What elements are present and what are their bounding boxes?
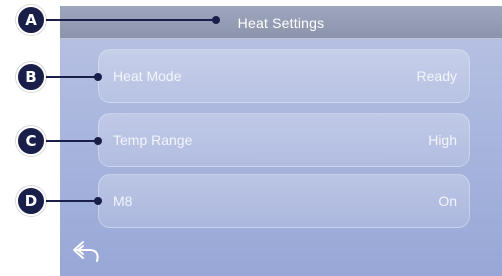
setting-row-heat-mode[interactable]: Heat Mode Ready [98, 49, 470, 103]
setting-row-m8[interactable]: M8 On [98, 174, 470, 228]
setting-value: On [438, 193, 457, 209]
callout-a: A [16, 5, 46, 35]
callout-dot-b [94, 73, 102, 81]
callout-d: D [16, 186, 46, 216]
callout-line-a [30, 19, 216, 21]
setting-value: Ready [416, 68, 457, 84]
setting-label: Temp Range [113, 132, 193, 148]
callout-dot-a [212, 16, 220, 24]
page-title: Heat Settings [237, 15, 325, 31]
callout-c: C [16, 126, 46, 156]
setting-label: Heat Mode [113, 68, 182, 84]
setting-row-temp-range[interactable]: Temp Range High [98, 113, 470, 167]
callout-dot-c [94, 137, 102, 145]
title-bar: Heat Settings [60, 6, 502, 39]
callout-b: B [16, 62, 46, 92]
back-arrow-icon[interactable] [70, 239, 102, 265]
setting-value: High [428, 132, 457, 148]
callout-dot-d [94, 197, 102, 205]
heat-settings-screen: Heat Settings Heat Mode Ready Temp Range… [60, 6, 502, 276]
setting-label: M8 [113, 193, 133, 209]
